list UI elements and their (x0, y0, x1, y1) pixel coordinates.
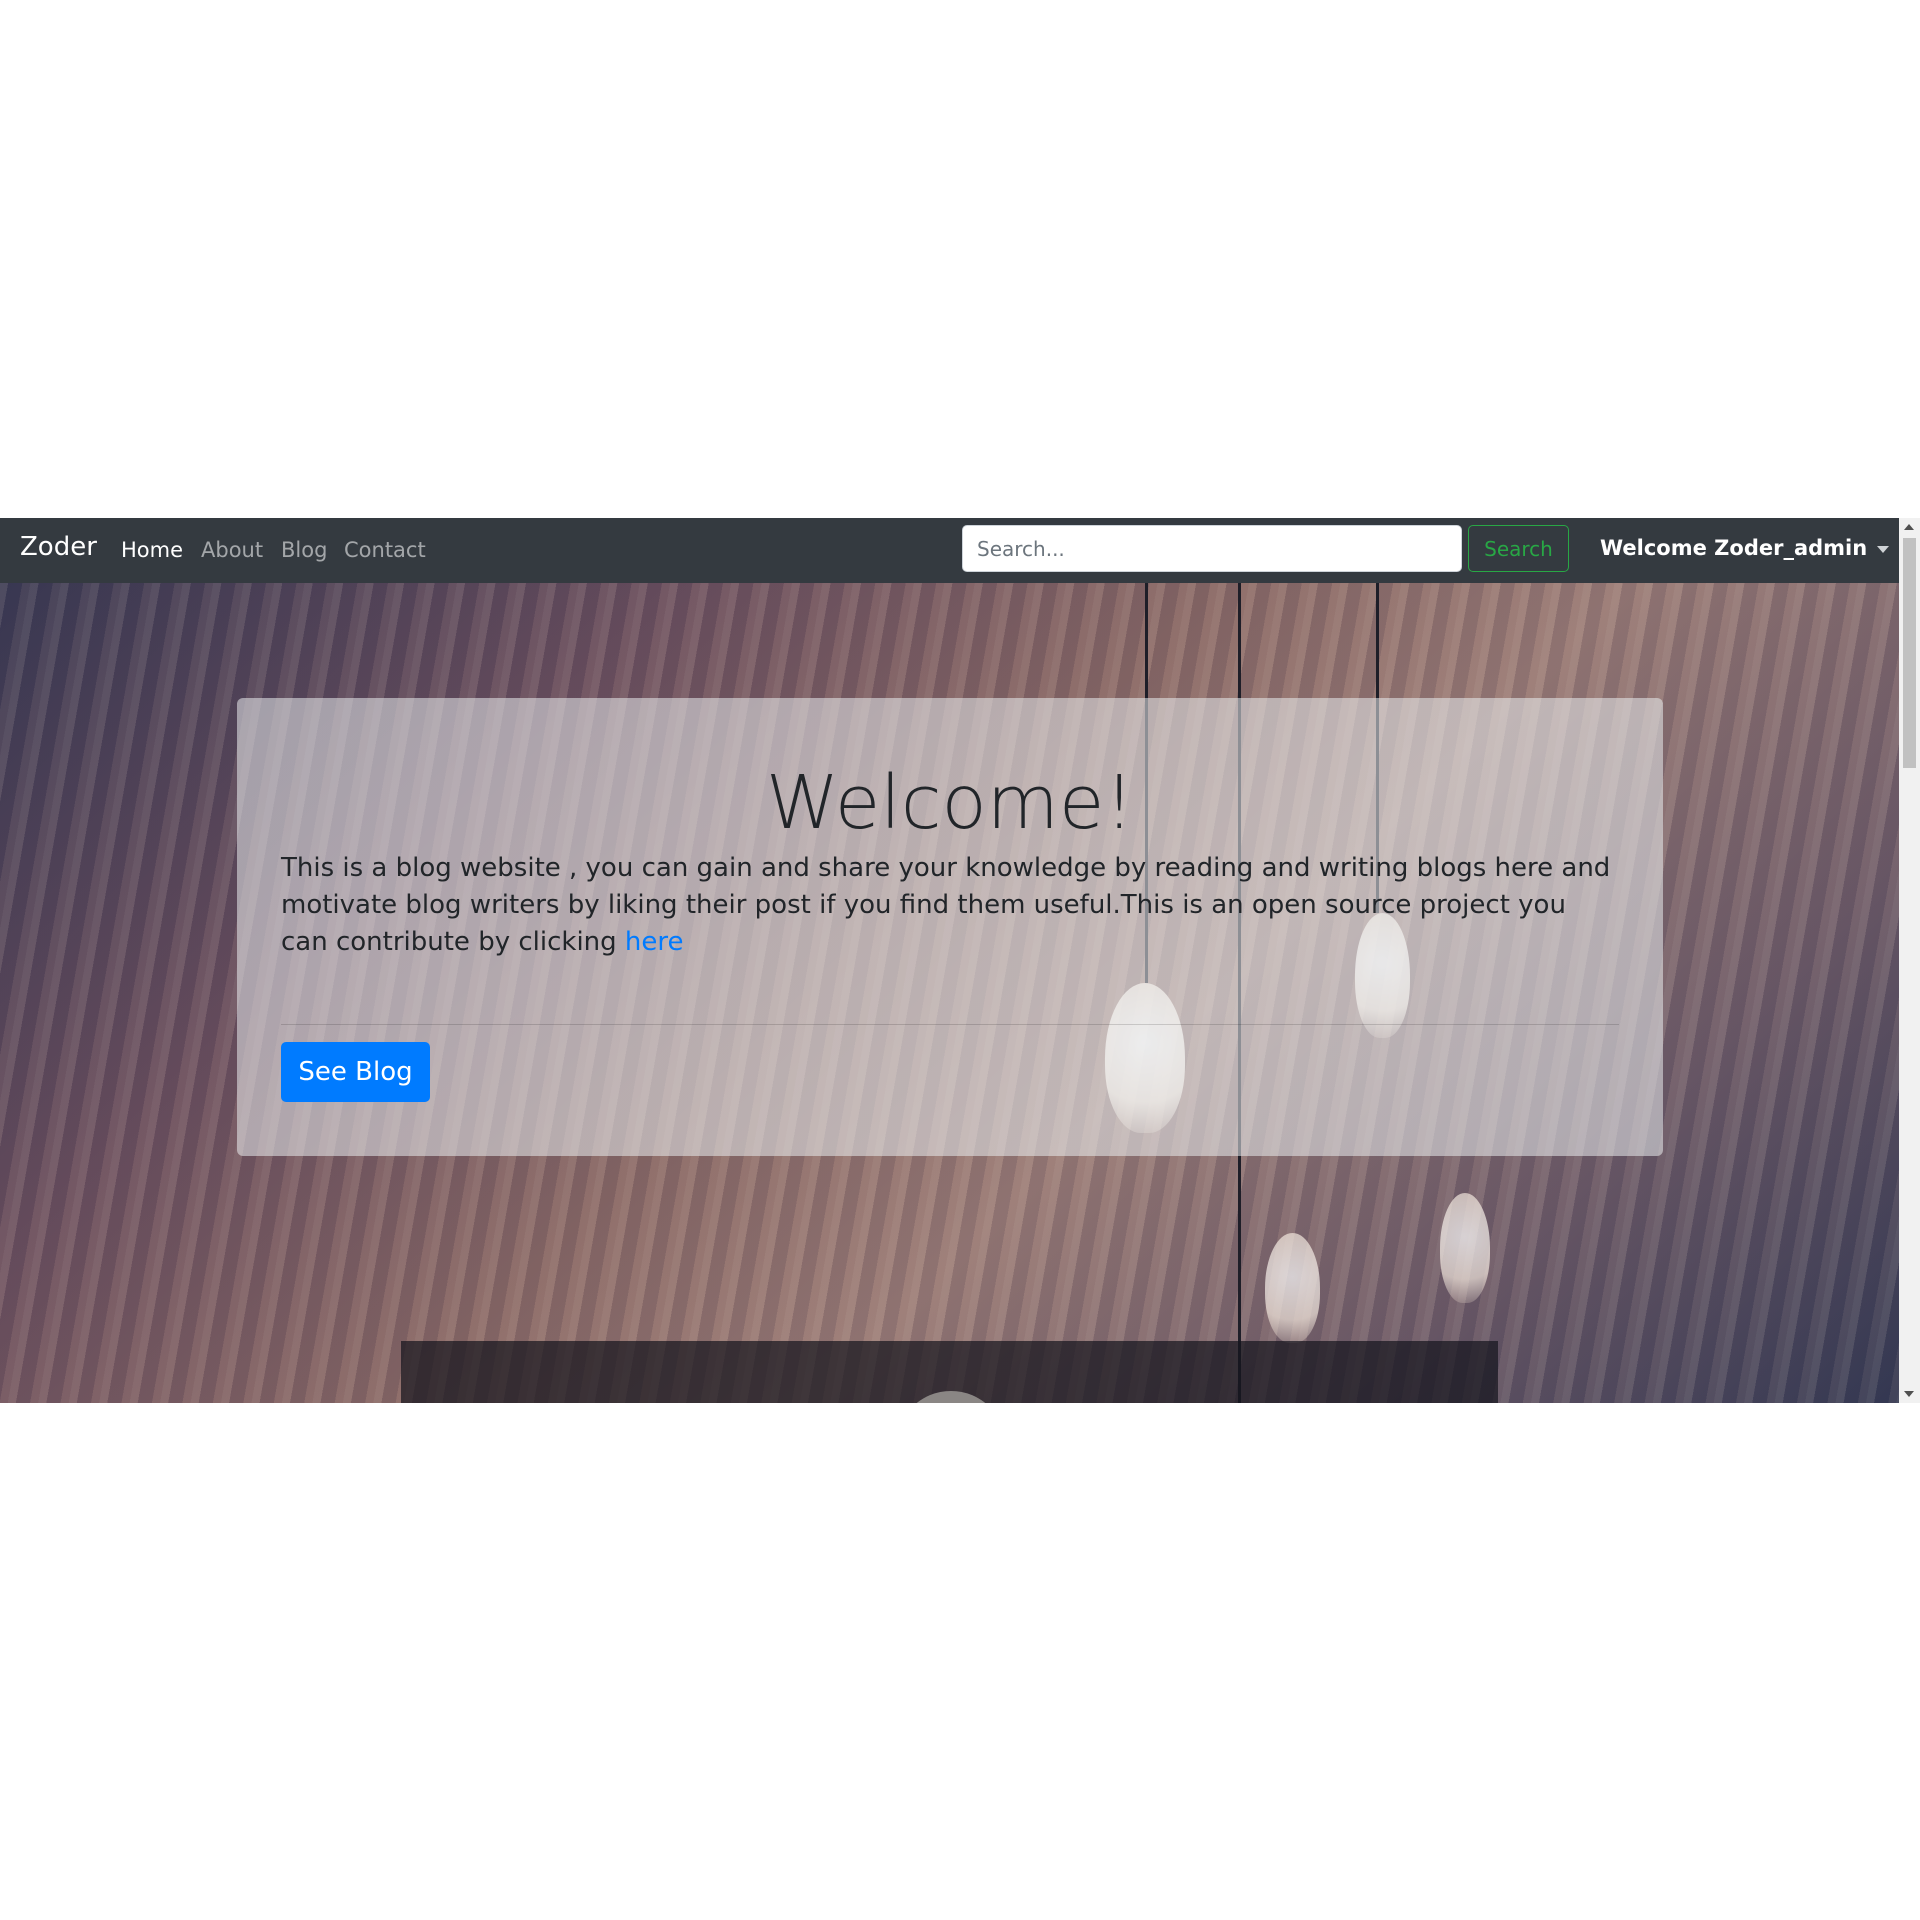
light-bulb-image (1265, 1233, 1320, 1343)
divider (281, 1024, 1619, 1025)
light-bulb-image (1440, 1193, 1490, 1303)
intro-text: This is a blog website , you can gain an… (281, 853, 1611, 957)
user-dropdown-toggle[interactable]: Welcome Zoder_admin (1600, 536, 1890, 560)
welcome-jumbotron: Welcome! This is a blog website , you ca… (237, 698, 1663, 1156)
brand-logo[interactable]: Zoder (20, 532, 97, 562)
scroll-thumb[interactable] (1903, 538, 1916, 768)
search-input[interactable] (962, 525, 1462, 572)
see-blog-button[interactable]: See Blog (281, 1042, 430, 1102)
page-title: Welcome! (765, 760, 1135, 846)
intro-paragraph: This is a blog website , you can gain an… (281, 850, 1619, 961)
caret-down-icon (1877, 545, 1890, 553)
scrollbar[interactable] (1899, 518, 1920, 1403)
blog-card-preview (401, 1341, 1498, 1403)
nav-blog[interactable]: Blog (281, 538, 327, 562)
search-button[interactable]: Search (1468, 525, 1569, 572)
avatar (896, 1391, 1006, 1403)
top-navbar: Zoder Home About Blog Contact Search Wel… (0, 518, 1899, 583)
user-dropdown-label: Welcome Zoder_admin (1600, 536, 1868, 560)
nav-about[interactable]: About (201, 538, 263, 562)
nav-home[interactable]: Home (121, 538, 183, 562)
nav-contact[interactable]: Contact (344, 538, 426, 562)
scroll-down-arrow-icon[interactable] (1904, 1391, 1914, 1397)
scroll-up-arrow-icon[interactable] (1904, 524, 1914, 530)
contribute-link[interactable]: here (625, 927, 684, 957)
